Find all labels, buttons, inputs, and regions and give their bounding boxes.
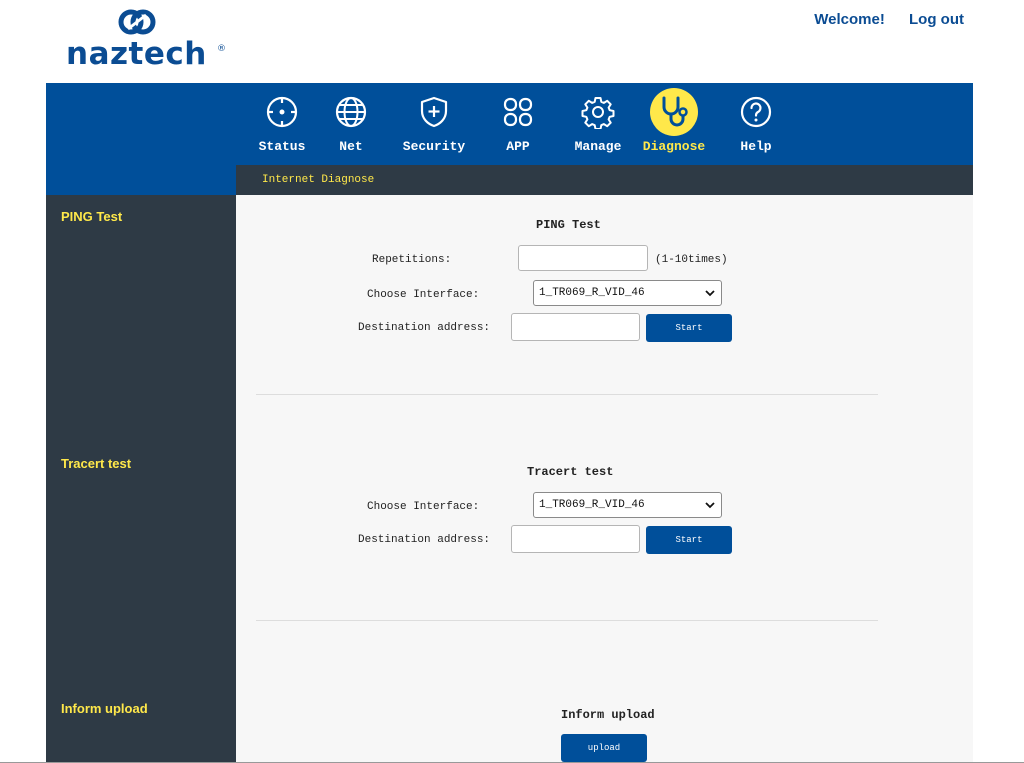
crosshair-icon	[266, 96, 298, 128]
nav-label-manage: Manage	[574, 139, 622, 154]
sidebar-item-tracert-test[interactable]: Tracert test	[61, 456, 131, 471]
ping-destination-input[interactable]	[511, 313, 640, 341]
repetitions-label: Repetitions:	[372, 254, 452, 266]
tracert-destination-input[interactable]	[511, 525, 640, 553]
gear-icon	[581, 97, 615, 129]
nav-manage[interactable]: Manage	[558, 83, 638, 165]
stethoscope-icon	[650, 88, 698, 136]
app-grid-icon	[503, 97, 533, 127]
welcome-text: Welcome!	[814, 11, 885, 28]
sidebar-item-ping-test[interactable]: PING Test	[61, 209, 122, 224]
naztech-logo-mark-icon	[118, 9, 156, 35]
shield-plus-icon	[420, 96, 448, 128]
globe-icon	[335, 96, 367, 128]
naztech-logo: naztech ®	[66, 6, 226, 72]
tracert-destination-label: Destination address:	[358, 534, 491, 546]
upload-button[interactable]: upload	[561, 734, 647, 762]
nav-app[interactable]: APP	[493, 83, 543, 165]
nav-label-security: Security	[402, 139, 466, 154]
nav-security[interactable]: Security	[396, 83, 472, 165]
sidebar: PING Test Tracert test Inform upload	[46, 195, 236, 763]
ping-start-button[interactable]: Start	[646, 314, 732, 342]
tracert-interface-label: Choose Interface:	[367, 501, 480, 513]
nav-diagnose[interactable]: Diagnose	[634, 83, 714, 165]
brand-name: naztech	[66, 36, 207, 72]
tracert-interface-select[interactable]: 1_TR069_R_VID_46	[533, 492, 722, 518]
ping-test-title: PING Test	[536, 218, 601, 232]
nav-label-help: Help	[740, 139, 772, 154]
top-nav: Status Net Security APP Manage Diagnose …	[46, 83, 973, 165]
sidebar-item-inform-upload[interactable]: Inform upload	[61, 701, 148, 716]
repetitions-input[interactable]	[518, 245, 648, 271]
ping-destination-label: Destination address:	[358, 322, 491, 334]
nav-label-diagnose: Diagnose	[642, 139, 706, 154]
tracert-start-button[interactable]: Start	[646, 526, 732, 554]
nav-label-net: Net	[339, 139, 363, 154]
nav-label-status: Status	[258, 139, 306, 154]
ping-interface-select[interactable]: 1_TR069_R_VID_46	[533, 280, 722, 306]
help-icon	[740, 96, 772, 128]
chevron-down-icon	[705, 290, 715, 297]
header-links: Welcome! Log out	[794, 11, 964, 28]
inform-upload-title: Inform upload	[561, 708, 655, 722]
subnav-bar: Internet Diagnose	[236, 165, 973, 195]
sidebar-top-band	[46, 165, 236, 195]
brand-registered-mark: ®	[217, 44, 226, 54]
nav-help[interactable]: Help	[731, 83, 781, 165]
ping-interface-label: Choose Interface:	[367, 289, 480, 301]
nav-status[interactable]: Status	[252, 83, 312, 165]
section-divider	[256, 620, 878, 621]
chevron-down-icon	[705, 502, 715, 509]
repetitions-hint: (1-10times)	[655, 254, 728, 266]
tracert-test-title: Tracert test	[527, 465, 614, 479]
logout-link[interactable]: Log out	[909, 11, 964, 28]
nav-label-app: APP	[506, 139, 530, 154]
nav-net[interactable]: Net	[326, 83, 376, 165]
section-divider	[256, 394, 878, 395]
subnav-internet-diagnose[interactable]: Internet Diagnose	[262, 174, 374, 186]
ping-interface-value: 1_TR069_R_VID_46	[539, 287, 645, 299]
tracert-interface-value: 1_TR069_R_VID_46	[539, 499, 645, 511]
